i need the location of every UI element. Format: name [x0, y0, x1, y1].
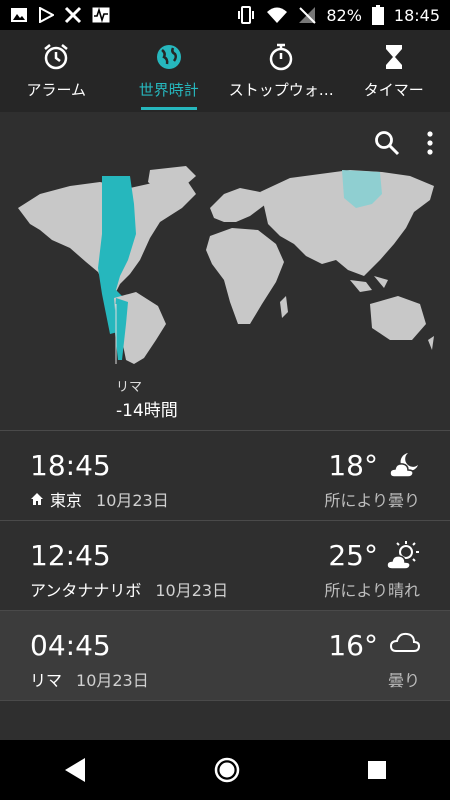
tab-label: ストップウォ…	[228, 80, 334, 99]
world-map-panel: リマ -14時間	[0, 112, 450, 430]
vibrate-icon	[238, 6, 255, 24]
partly-cloudy-night-icon	[389, 453, 418, 478]
clock-date: 10月23日	[76, 671, 149, 690]
clock-list: 18:45 東京 10月23日 18° 所により曇り 12:45 アンタナナリボ…	[0, 430, 450, 701]
play-store-icon	[39, 7, 54, 23]
clock-row[interactable]: 18:45 東京 10月23日 18° 所により曇り	[0, 430, 450, 520]
tab-timer[interactable]: タイマー	[338, 30, 450, 112]
temperature: 16°	[328, 629, 378, 662]
list-divider	[0, 700, 450, 701]
search-icon[interactable]	[374, 130, 400, 156]
clock-time: 04:45	[30, 629, 111, 662]
clock-row[interactable]: 04:45 リマ 10月23日 16° 曇り	[0, 610, 450, 700]
tab-label: タイマー	[363, 80, 424, 99]
time-difference: -14時間	[116, 401, 178, 421]
cloud-icon	[390, 632, 420, 652]
tab-label: 世界時計	[138, 80, 199, 99]
hourglass-icon	[385, 44, 402, 69]
clock-time: 18:45	[30, 449, 111, 482]
battery-icon	[371, 5, 384, 25]
clock-city: 東京 10月23日	[30, 487, 169, 511]
home-button-icon[interactable]	[213, 756, 241, 784]
partly-sunny-icon	[386, 541, 419, 570]
clock-time: 12:45	[30, 539, 111, 572]
city-name: リマ	[30, 671, 63, 690]
tab-alarm[interactable]: アラーム	[0, 30, 113, 112]
no-signal-icon	[299, 7, 317, 24]
stopwatch-icon	[270, 43, 293, 70]
weather-condition: 曇り	[387, 671, 420, 690]
clock-city: リマ 10月23日	[30, 667, 149, 691]
status-bar: 82% 18:45	[0, 0, 450, 30]
navigation-bar	[0, 740, 450, 800]
clock-city: アンタナナリボ 10月23日	[30, 577, 228, 601]
battery-percent: 82%	[326, 5, 362, 25]
back-icon[interactable]	[63, 757, 87, 783]
alarm-clock-icon	[44, 43, 69, 69]
selected-city-label: リマ	[116, 380, 143, 395]
tab-bar: アラーム 世界時計 ストップウォ… タイマー	[0, 30, 450, 112]
more-options-icon[interactable]	[426, 130, 434, 156]
world-map[interactable]	[10, 164, 442, 364]
temperature: 25°	[328, 539, 378, 572]
tab-label: アラーム	[26, 80, 87, 99]
activity-icon	[92, 7, 110, 23]
status-time: 18:45	[393, 5, 440, 25]
temperature: 18°	[328, 449, 378, 482]
clock-date: 10月23日	[155, 581, 229, 600]
weather-condition: 所により曇り	[324, 491, 420, 510]
tab-world-clock[interactable]: 世界時計	[113, 30, 226, 112]
clock-date: 10月23日	[96, 491, 169, 510]
image-notification-icon	[11, 8, 27, 22]
tab-stopwatch[interactable]: ストップウォ…	[225, 30, 338, 112]
active-tab-indicator	[140, 107, 197, 110]
home-icon	[31, 493, 43, 505]
clock-row[interactable]: 12:45 アンタナナリボ 10月23日 25° 所により晴れ	[0, 520, 450, 610]
city-name: 東京	[50, 491, 83, 510]
recents-icon[interactable]	[367, 760, 387, 780]
weather-condition: 所により晴れ	[324, 581, 420, 600]
wifi-icon	[267, 7, 288, 23]
globe-icon	[156, 44, 181, 69]
city-name: アンタナナリボ	[30, 581, 142, 600]
tools-icon	[64, 6, 82, 24]
